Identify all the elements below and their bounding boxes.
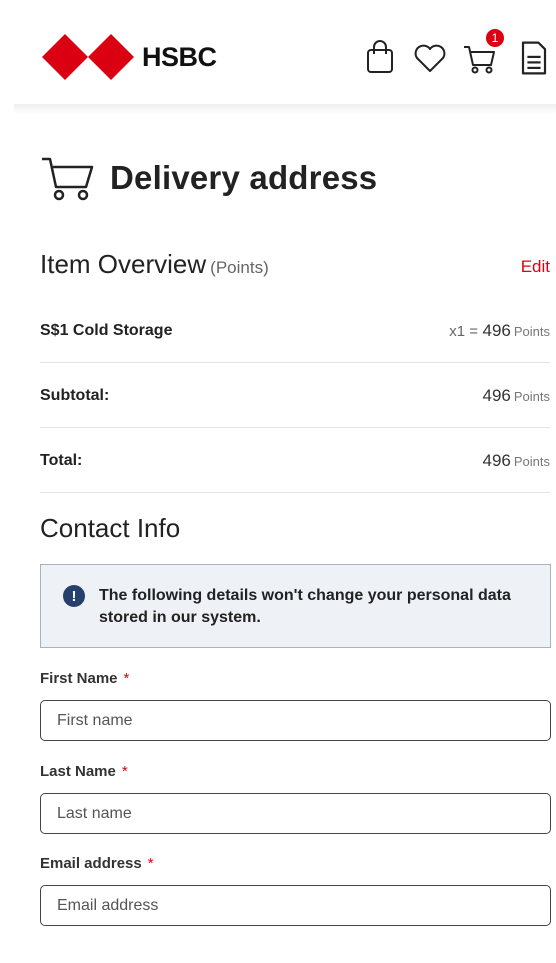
- subtotal-value: 496: [482, 385, 511, 405]
- last-name-label: Last Name *: [40, 763, 128, 780]
- total-value: 496: [482, 450, 511, 470]
- header-divider: [14, 104, 556, 114]
- email-input[interactable]: [40, 885, 551, 926]
- brand-name: HSBC: [142, 41, 217, 72]
- subtotal-row: Subtotal: 496 Points: [40, 364, 550, 428]
- item-overview-subtitle: (Points): [210, 258, 269, 277]
- info-notice: ! The following details won't change you…: [40, 564, 551, 648]
- email-label: Email address *: [40, 855, 154, 872]
- hsbc-logo[interactable]: HSBC: [42, 34, 217, 80]
- points-unit: Points: [513, 388, 550, 404]
- total-points: 496 Points: [482, 451, 550, 471]
- item-name: S$1 Cold Storage: [40, 321, 173, 339]
- cart-icon: [42, 157, 94, 201]
- email-label-text: Email address: [40, 855, 142, 872]
- subtotal-points: 496 Points: [482, 386, 550, 406]
- last-name-input[interactable]: [40, 793, 551, 834]
- first-name-label-text: First Name: [40, 670, 118, 687]
- shopping-bag-icon[interactable]: [360, 36, 400, 80]
- item-overview-heading: Item Overview (Points): [40, 249, 269, 280]
- required-mark: *: [121, 763, 128, 780]
- last-name-label-text: Last Name: [40, 763, 116, 780]
- points-unit: Points: [513, 323, 550, 339]
- required-mark: *: [147, 855, 154, 872]
- first-name-input[interactable]: [40, 700, 551, 741]
- item-overview-title: Item Overview: [40, 249, 207, 279]
- total-label: Total:: [40, 451, 83, 469]
- total-row: Total: 496 Points: [40, 429, 550, 493]
- page-title-row: Delivery address: [40, 153, 377, 203]
- item-quantity: x1 =: [449, 322, 479, 340]
- item-points-value: 496: [482, 320, 511, 340]
- document-icon[interactable]: [514, 36, 554, 80]
- item-points: x1 = 496 Points: [449, 321, 550, 341]
- top-header: HSBC 1: [0, 0, 556, 108]
- edit-link[interactable]: Edit: [521, 257, 550, 277]
- heart-icon[interactable]: [410, 36, 450, 80]
- contact-info-title: Contact Info: [40, 513, 181, 543]
- info-icon: !: [63, 585, 85, 607]
- page-title: Delivery address: [110, 159, 378, 196]
- info-notice-text: The following details won't change your …: [99, 587, 511, 626]
- points-unit: Points: [513, 453, 550, 469]
- item-row: S$1 Cold Storage x1 = 496 Points: [40, 299, 550, 363]
- subtotal-label: Subtotal:: [40, 386, 110, 404]
- required-mark: *: [123, 670, 130, 687]
- cart-count-badge: 1: [484, 27, 506, 49]
- hsbc-hexagon-icon: [42, 34, 134, 80]
- first-name-label: First Name *: [40, 670, 129, 687]
